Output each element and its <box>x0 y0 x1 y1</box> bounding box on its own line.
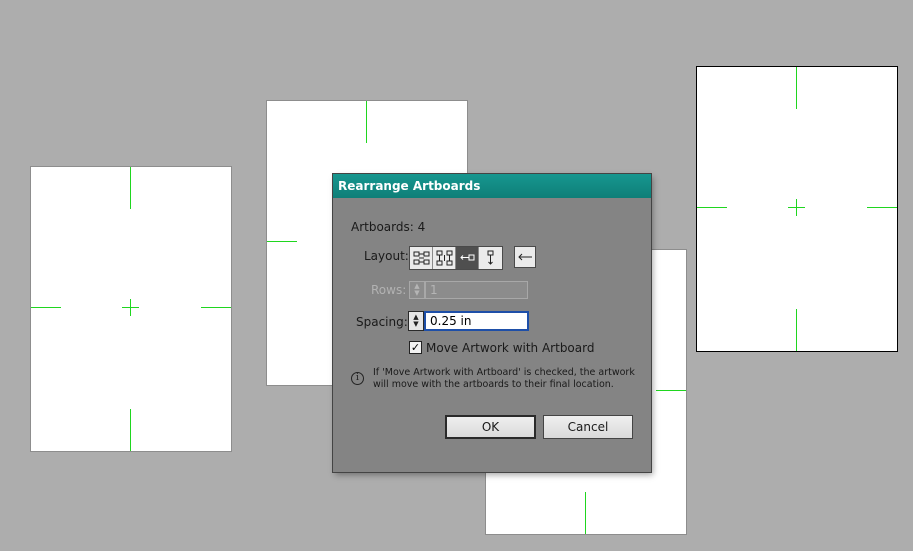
arrange-by-row-icon[interactable] <box>456 247 479 269</box>
arrange-by-column-icon[interactable] <box>479 247 502 269</box>
ok-button[interactable]: OK <box>445 415 536 439</box>
grid-by-row-icon[interactable] <box>410 247 433 269</box>
crop-mark <box>867 207 897 208</box>
move-artwork-label[interactable]: Move Artwork with Artboard <box>426 341 594 355</box>
spacing-stepper[interactable]: ▲ ▼ <box>408 311 424 331</box>
spacing-input[interactable]: 0.25 in <box>424 311 529 331</box>
rows-label: Rows: <box>371 283 407 297</box>
crop-mark <box>267 241 297 242</box>
center-mark <box>788 207 805 208</box>
dialog-title[interactable]: Rearrange Artboards <box>333 174 651 198</box>
info-text: If 'Move Artwork with Artboard' is check… <box>373 367 635 390</box>
left-arrow-icon[interactable] <box>514 246 536 268</box>
artboard-1[interactable] <box>31 167 231 451</box>
rows-stepper: ▲ ▼ <box>409 281 425 299</box>
crop-mark <box>130 409 131 451</box>
crop-mark <box>130 167 131 209</box>
crop-mark <box>31 307 61 308</box>
crop-mark <box>796 67 797 109</box>
crop-mark <box>697 207 727 208</box>
spacing-label: Spacing: <box>356 315 408 329</box>
crop-mark <box>201 307 231 308</box>
crop-mark <box>366 101 367 143</box>
crop-mark <box>656 390 686 391</box>
rows-input: 1 <box>425 281 528 299</box>
artboard-4[interactable] <box>697 67 897 351</box>
grid-by-column-icon[interactable] <box>433 247 456 269</box>
layout-options <box>409 246 503 270</box>
info-icon: i <box>351 372 364 385</box>
crop-mark <box>585 492 586 534</box>
move-artwork-checkbox[interactable]: ✓ <box>409 341 422 354</box>
artboards-count: Artboards: 4 <box>351 220 426 234</box>
cancel-button[interactable]: Cancel <box>543 415 633 439</box>
rearrange-artboards-dialog: Rearrange Artboards Artboards: 4 Layout:… <box>333 174 651 472</box>
crop-mark <box>796 309 797 351</box>
down-arrow-icon: ▼ <box>414 289 420 297</box>
center-mark <box>122 307 139 308</box>
down-arrow-icon[interactable]: ▼ <box>413 321 418 328</box>
layout-label: Layout: <box>364 249 409 263</box>
